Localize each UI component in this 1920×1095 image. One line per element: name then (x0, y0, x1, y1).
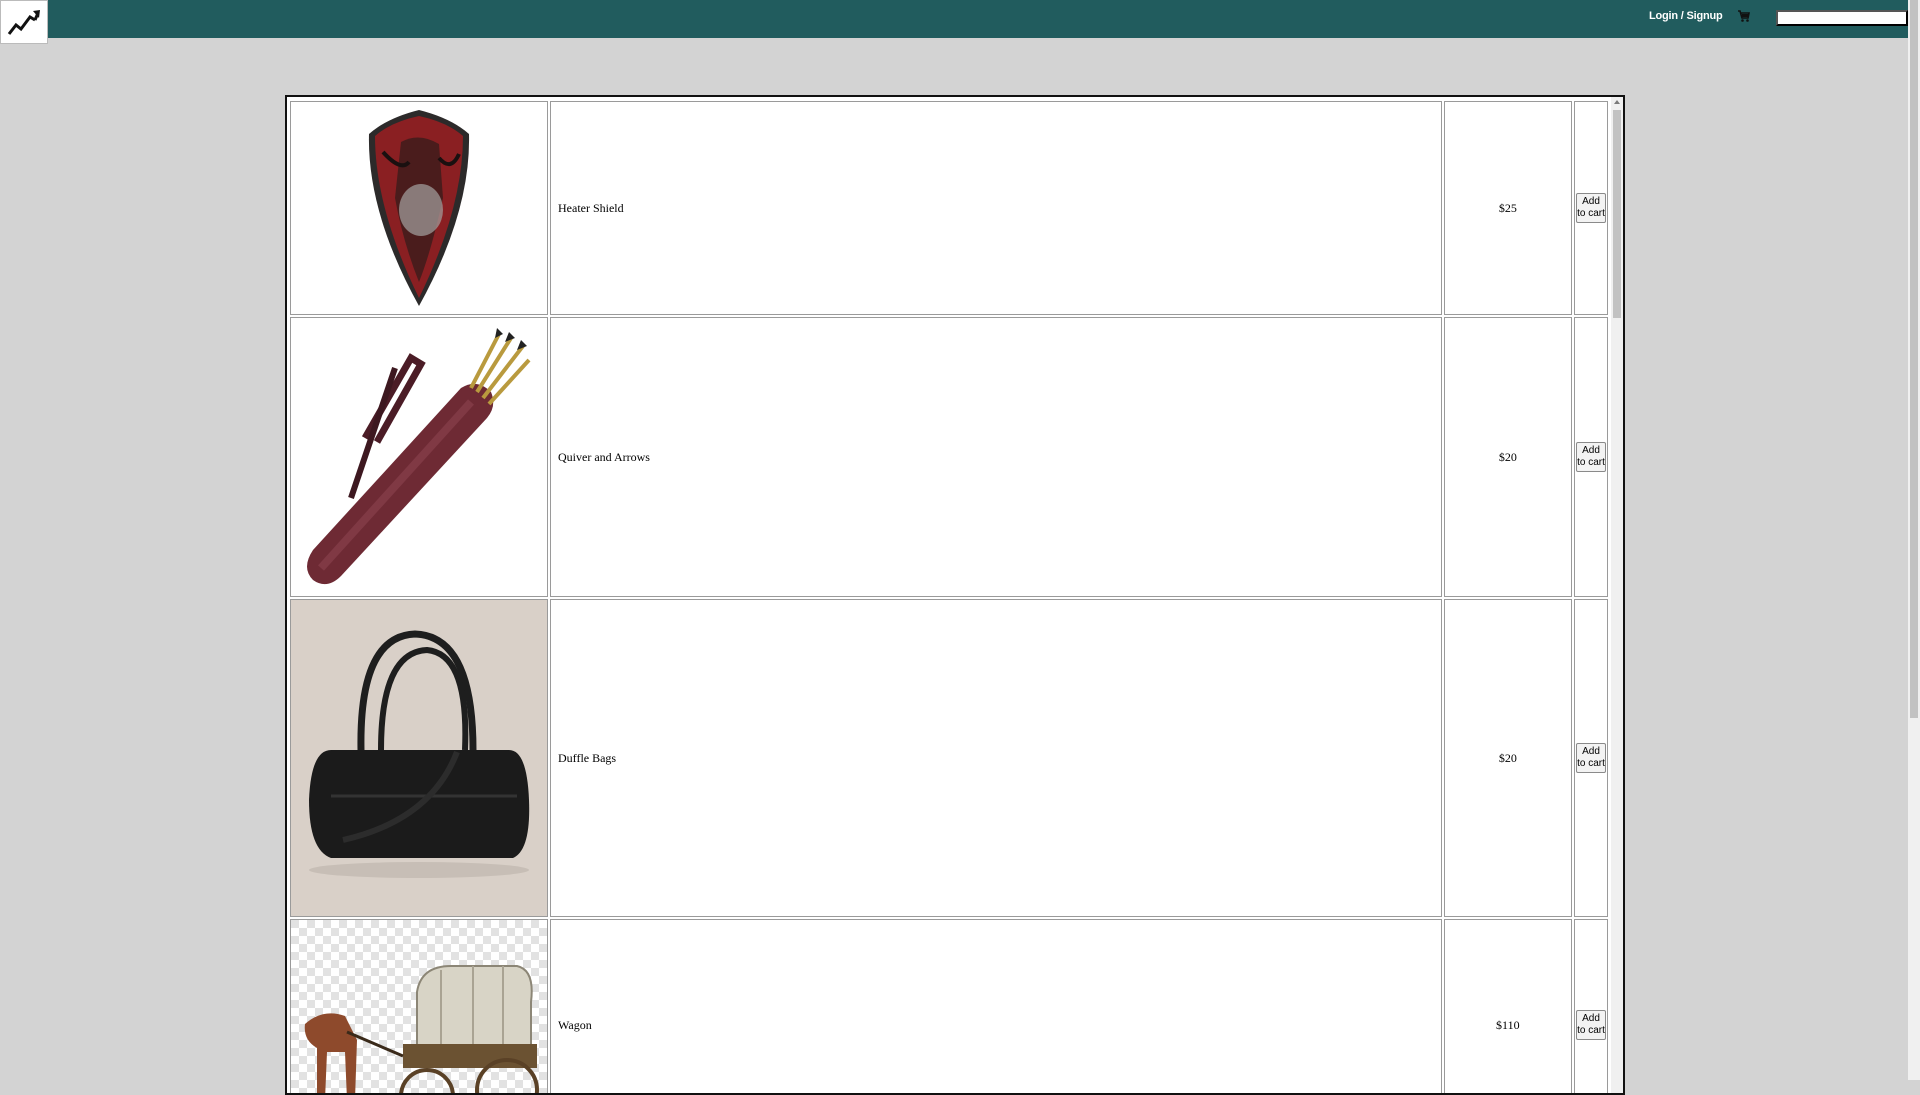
search-input[interactable] (1776, 10, 1908, 26)
quiver-arrows-image (291, 318, 547, 596)
product-image-cell (290, 599, 548, 917)
product-list-frame: Heater Shield $25 Add to cart Quiver and… (285, 95, 1625, 1095)
top-navbar: Login / Signup (0, 0, 1908, 44)
add-to-cart-button[interactable]: Add to cart (1576, 743, 1606, 773)
product-price: $20 (1443, 317, 1573, 597)
product-action-cell: Add to cart (1574, 599, 1608, 917)
login-signup-link[interactable]: Login / Signup (1649, 10, 1723, 22)
duffle-bag-image (291, 600, 547, 916)
scroll-up-arrow-icon[interactable] (1614, 100, 1620, 104)
product-name: Duffle Bags (550, 599, 1442, 917)
product-image-cell (290, 317, 548, 597)
product-price: $20 (1443, 599, 1573, 917)
page-scrollbar[interactable] (1908, 0, 1920, 1080)
table-row: Quiver and Arrows $20 Add to cart (290, 317, 1608, 597)
add-to-cart-button[interactable]: Add to cart (1576, 442, 1606, 472)
product-list-scrollbar[interactable] (1611, 97, 1623, 1093)
product-action-cell: Add to cart (1574, 317, 1608, 597)
add-to-cart-button[interactable]: Add to cart (1576, 1010, 1606, 1040)
logo[interactable] (0, 0, 48, 44)
table-row: Heater Shield $25 Add to cart (290, 101, 1608, 315)
product-action-cell: Add to cart (1574, 101, 1608, 315)
add-to-cart-button[interactable]: Add to cart (1576, 193, 1606, 223)
table-row: Duffle Bags $20 Add to cart (290, 599, 1608, 917)
wagon-image (291, 920, 547, 1093)
product-list-scrollbar-thumb[interactable] (1613, 110, 1621, 318)
trend-chart-icon (7, 10, 40, 35)
page-scrollbar-thumb[interactable] (1910, 0, 1918, 718)
product-action-cell: Add to cart (1574, 919, 1608, 1093)
shopping-cart-icon[interactable] (1737, 9, 1751, 23)
product-price: $110 (1443, 919, 1573, 1093)
table-row: Wagon $110 Add to cart (290, 919, 1608, 1093)
heater-shield-image (291, 102, 547, 314)
product-image-cell (290, 101, 548, 315)
product-price: $25 (1443, 101, 1573, 315)
product-table: Heater Shield $25 Add to cart Quiver and… (288, 99, 1610, 1093)
product-name: Wagon (550, 919, 1442, 1093)
product-name: Quiver and Arrows (550, 317, 1442, 597)
product-name: Heater Shield (550, 101, 1442, 315)
product-image-cell (290, 919, 548, 1093)
